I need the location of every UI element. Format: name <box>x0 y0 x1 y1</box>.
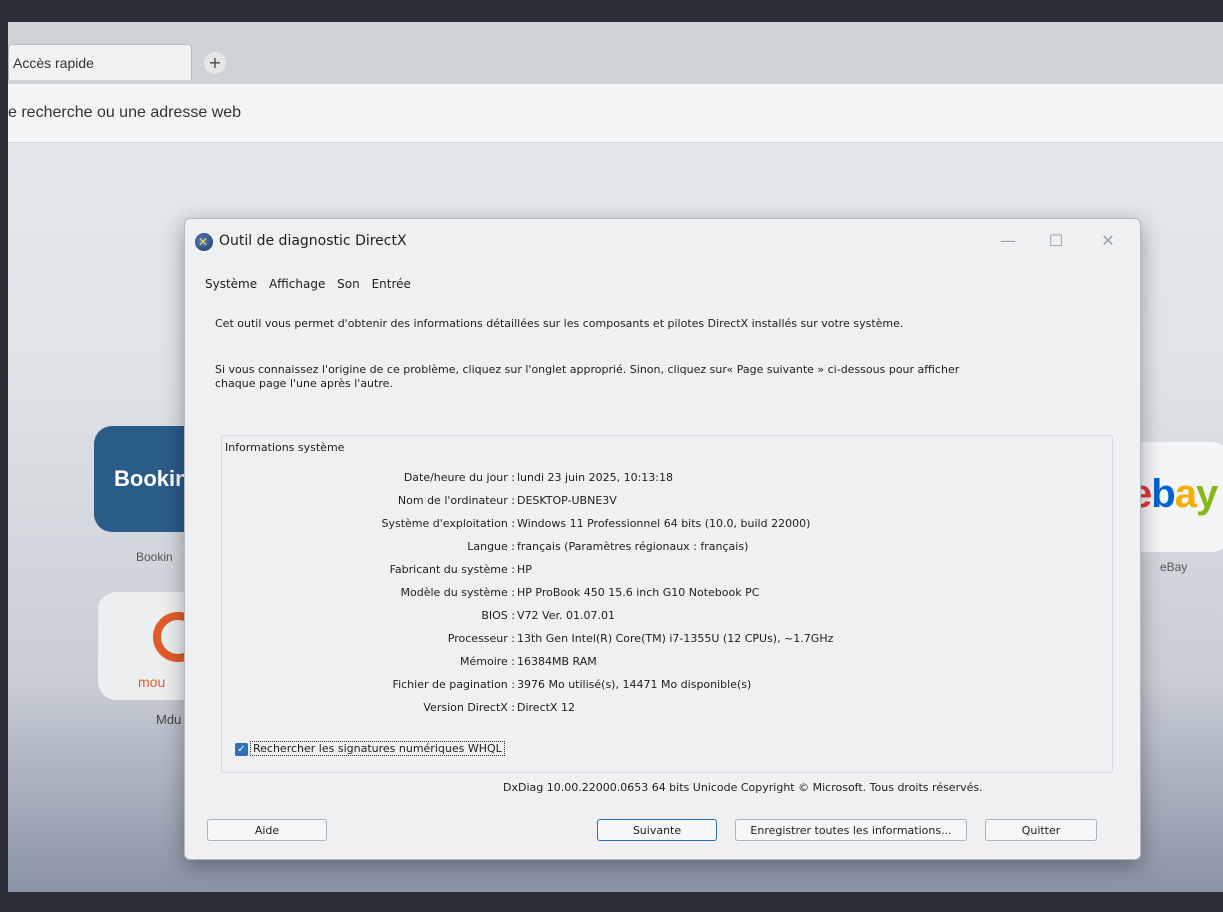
info-key: Fichier de pagination : <box>392 678 515 691</box>
info-row: Langue : français (Paramètres régionaux :… <box>225 536 1085 558</box>
info-key: Processeur : <box>447 632 515 645</box>
info-key: Fabricant du système : <box>389 563 515 576</box>
group-title: Informations système <box>225 441 345 454</box>
tab-systeme[interactable]: Système <box>205 277 257 291</box>
info-row: Mémoire :16384MB RAM <box>225 651 1085 673</box>
info-value: français (Paramètres régionaux : françai… <box>517 540 749 553</box>
directx-icon <box>195 233 213 251</box>
info-value: lundi 23 juin 2025, 10:13:18 <box>517 471 673 484</box>
ebay-label: eBay <box>1160 560 1188 574</box>
info-value: DirectX 12 <box>517 701 575 714</box>
info-row: Système d'exploitation : Windows 11 Profe… <box>225 513 1085 535</box>
info-row: Modèle du système : HP ProBook 450 15.6 i… <box>225 582 1085 604</box>
ebay-letter: y <box>1195 472 1218 516</box>
whql-checkbox[interactable]: ✓ Rechercher les signatures numériques WH… <box>235 741 505 757</box>
minimize-button[interactable]: — <box>993 231 1023 250</box>
info-row: Fabricant du système : HP <box>225 559 1085 581</box>
info-key: Nom de l'ordinateur : <box>397 494 515 507</box>
info-value: 3976 Mo utilisé(s), 14471 Mo disponible(… <box>517 678 752 691</box>
browser-tabbar: Accès rapide + <box>8 22 1223 84</box>
info-row: Processeur :13th Gen Intel(R) Core(TM) i… <box>225 628 1085 650</box>
info-key: Mémoire : <box>459 655 515 668</box>
address-bar[interactable]: e recherche ou une adresse web <box>8 84 1223 143</box>
info-value: Windows 11 Professionnel 64 bits (10.0, … <box>517 517 811 530</box>
instructions-text: Si vous connaissez l'origine de ce probl… <box>215 363 960 390</box>
info-value: HP ProBook 450 15.6 inch G10 Notebook PC <box>517 586 760 599</box>
info-row: BIOS : V72 Ver. 01.07.01 <box>225 605 1085 627</box>
info-value: HP <box>517 563 532 576</box>
info-row: Date/heure du jour : lundi 23 juin 2025, … <box>225 467 1085 489</box>
info-key: Modèle du système : <box>400 586 515 599</box>
dialog-titlebar[interactable]: Outil de diagnostic DirectX — ☐ ✕ <box>185 219 1140 265</box>
checkbox-checked-icon[interactable]: ✓ <box>235 742 248 756</box>
tab-entree[interactable]: Entrée <box>372 277 411 291</box>
close-button[interactable]: ✕ <box>1093 231 1123 250</box>
moodle-tile-text: mou <box>138 674 166 690</box>
info-key: Système d'exploitation : <box>381 517 515 530</box>
ebay-logo: ebay <box>1130 472 1218 517</box>
tab-son[interactable]: Son <box>337 277 360 291</box>
info-row: Nom de l'ordinateur : DESKTOP-UBNE3V <box>225 490 1085 512</box>
info-key: Langue : <box>467 540 515 553</box>
info-value: 16384MB RAM <box>517 655 597 668</box>
intro-text: Cet outil vous permet d'obtenir des info… <box>215 317 904 330</box>
info-value: DESKTOP-UBNE3V <box>517 494 617 507</box>
ebay-letter: b <box>1151 472 1175 516</box>
dialog-tabs: Système Affichage Son Entrée <box>205 277 419 291</box>
info-key: Date/heure du jour : <box>403 471 515 484</box>
copyright-text: DxDiag 10.00.22000.0653 64 bits Unicode … <box>503 781 983 794</box>
info-value: V72 Ver. 01.07.01 <box>517 609 615 622</box>
new-tab-button[interactable]: + <box>204 52 226 74</box>
tab-affichage[interactable]: Affichage <box>269 277 325 291</box>
info-row: Fichier de pagination :3976 Mo utilisé(s… <box>225 674 1085 696</box>
info-key: BIOS : <box>481 609 515 622</box>
moodle-label: Mdu <box>156 712 182 727</box>
browser-tab[interactable]: Accès rapide <box>8 44 192 80</box>
quit-button[interactable]: Quitter <box>985 819 1097 841</box>
help-button[interactable]: Aide <box>207 819 327 841</box>
ebay-letter: a <box>1174 472 1197 516</box>
booking-label: Bookin <box>136 550 173 564</box>
maximize-button[interactable]: ☐ <box>1041 231 1071 250</box>
info-key: Version DirectX : <box>423 701 515 714</box>
whql-label: Rechercher les signatures numériques WHQ… <box>250 741 505 756</box>
save-all-button[interactable]: Enregistrer toutes les informations... <box>735 819 967 841</box>
directx-diagnostic-dialog: Outil de diagnostic DirectX — ☐ ✕ Systèm… <box>184 218 1141 860</box>
next-button[interactable]: Suivante <box>597 819 717 841</box>
info-value: 13th Gen Intel(R) Core(TM) i7-1355U (12 … <box>517 632 834 645</box>
info-row: Version DirectX : DirectX 12 <box>225 697 1085 719</box>
dialog-title: Outil de diagnostic DirectX <box>219 233 407 249</box>
